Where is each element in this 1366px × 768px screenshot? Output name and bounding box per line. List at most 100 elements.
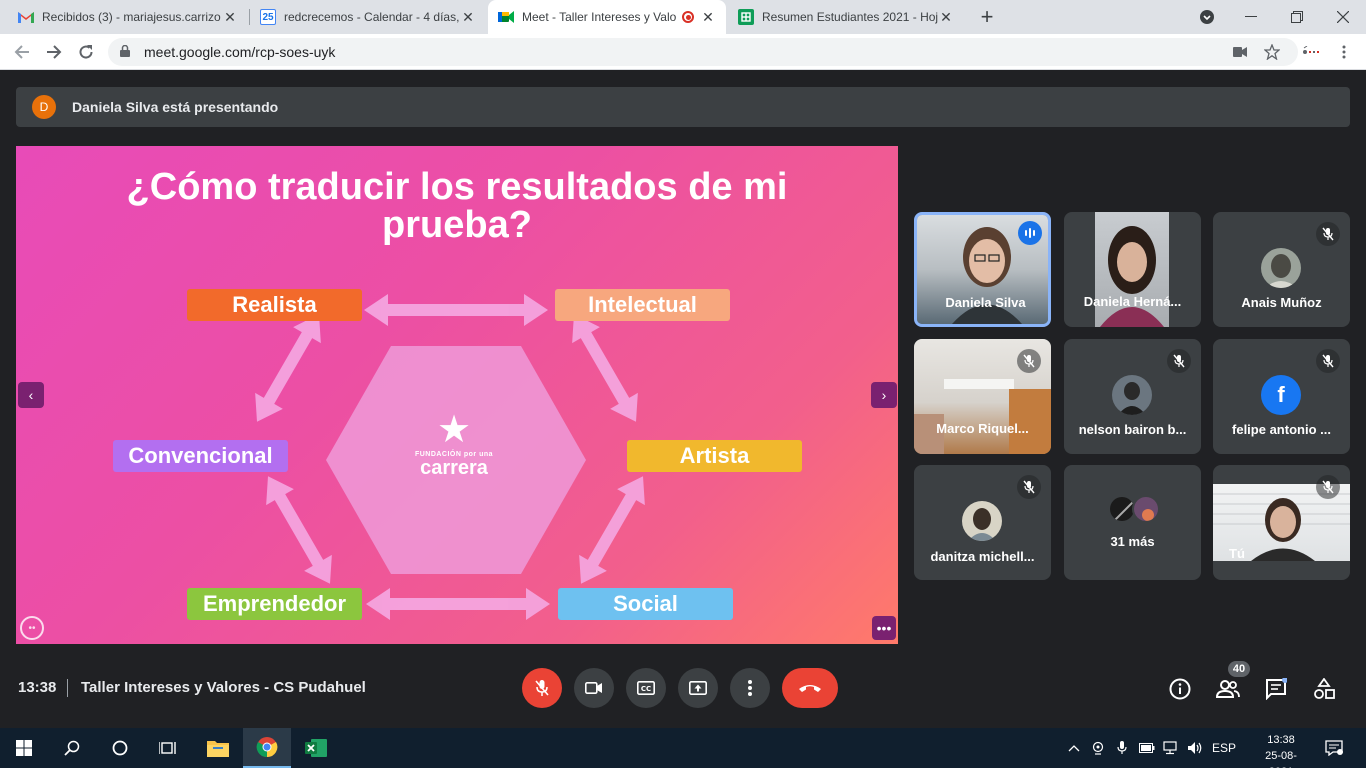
more-options-button[interactable] <box>730 668 770 708</box>
task-view-icon[interactable] <box>144 728 192 768</box>
label-intelectual: Intelectual <box>555 289 730 321</box>
close-window-icon[interactable] <box>1328 0 1358 34</box>
present-now-button[interactable] <box>678 668 718 708</box>
back-icon[interactable] <box>8 38 36 66</box>
bookmark-star-icon[interactable] <box>1258 38 1286 66</box>
taskbar-clock[interactable]: 13:38 25-08-2021 <box>1256 732 1306 768</box>
captions-button[interactable]: CC <box>626 668 666 708</box>
more-participants-tile[interactable]: 31 más <box>1064 465 1201 580</box>
chat-button[interactable] <box>1262 675 1290 703</box>
arrow-bottom <box>366 588 550 620</box>
mic-off-icon <box>1167 349 1191 373</box>
browser-menu-icon[interactable] <box>1330 38 1358 66</box>
fundacion-logo: ★ FUNDACIÓN por una carrera <box>389 411 519 501</box>
tab-search-icon[interactable] <box>1192 0 1222 34</box>
extension-icon[interactable] <box>1298 38 1326 66</box>
mic-off-icon <box>1316 349 1340 373</box>
participants-button[interactable] <box>1214 675 1242 703</box>
participant-name: Daniela Silva <box>945 295 1026 310</box>
mic-off-icon <box>1017 475 1041 499</box>
activities-icon <box>1314 678 1335 699</box>
more-participants-label: 31 más <box>1110 534 1155 549</box>
tab-meet[interactable]: Meet - Taller Intereses y Valo ✕ <box>488 0 726 34</box>
volume-icon[interactable] <box>1186 740 1204 756</box>
participant-tile-self[interactable]: Tú <box>1213 465 1350 580</box>
presentation-slide[interactable]: ¿Cómo traducir los resultados de mi prue… <box>16 146 898 644</box>
forward-icon[interactable] <box>40 38 68 66</box>
tab-calendar[interactable]: 25 redcrecemos - Calendar - 4 días, ✕ <box>250 0 486 34</box>
slide-options-icon[interactable]: •• <box>20 616 44 640</box>
leave-call-button[interactable] <box>782 668 838 708</box>
participant-tile-nelson[interactable]: nelson bairon b... <box>1064 339 1201 454</box>
show-hidden-icons-icon[interactable] <box>1066 740 1082 756</box>
participant-name: Tú <box>1229 546 1245 561</box>
new-tab-button[interactable]: + <box>972 0 1002 34</box>
cortana-icon[interactable] <box>96 728 144 768</box>
camera-toggle-button[interactable] <box>574 668 614 708</box>
participant-tile-daniela-hernandez[interactable]: Daniela Herná... <box>1064 212 1201 327</box>
divider <box>67 679 68 697</box>
camera-in-use-icon[interactable] <box>1226 38 1254 66</box>
participant-name: Daniela Herná... <box>1083 294 1182 309</box>
svg-text:CC: CC <box>641 685 651 693</box>
close-tab-icon[interactable]: ✕ <box>938 9 954 26</box>
windows-taskbar: ESP 13:38 25-08-2021 <box>0 728 1366 768</box>
webcam-tray-icon[interactable] <box>1090 740 1106 756</box>
chrome-taskbar-icon[interactable] <box>243 728 291 768</box>
file-explorer-icon[interactable] <box>194 728 242 768</box>
previous-slide-button[interactable]: ‹ <box>18 382 44 408</box>
presenting-text: Daniela Silva está presentando <box>72 99 279 115</box>
star-icon: ★ <box>436 409 472 451</box>
more-vert-icon <box>748 680 752 696</box>
arrow-top-right <box>572 314 638 422</box>
participant-avatar: f <box>1261 375 1301 415</box>
camera-icon <box>585 682 602 694</box>
browser-tab-strip: Recibidos (3) - mariajesus.carrizo ✕ 25 … <box>0 0 1366 34</box>
microphone-toggle-button[interactable] <box>522 668 562 708</box>
presentation-more-button[interactable]: ••• <box>872 616 896 640</box>
microphone-tray-icon[interactable] <box>1114 740 1130 756</box>
participant-tile-anais-munoz[interactable]: Anais Muñoz <box>1213 212 1350 327</box>
search-icon[interactable] <box>48 728 96 768</box>
presenting-banner: D Daniela Silva está presentando <box>16 87 1350 127</box>
presenter-avatar: D <box>32 95 56 119</box>
battery-icon[interactable] <box>1138 740 1156 756</box>
tab-sheets[interactable]: Resumen Estudiantes 2021 - Hoja ✕ <box>728 0 964 34</box>
close-tab-icon[interactable]: ✕ <box>700 9 716 26</box>
activities-button[interactable] <box>1310 675 1338 703</box>
input-language[interactable]: ESP <box>1210 740 1238 756</box>
network-icon[interactable] <box>1162 740 1180 756</box>
sheets-icon <box>738 9 754 25</box>
tab-title: Meet - Taller Intereses y Valo <box>522 10 677 24</box>
participant-name: danitza michell... <box>930 549 1035 564</box>
participant-avatar <box>1112 375 1152 415</box>
closed-captions-icon: CC <box>637 681 655 695</box>
participant-tile-daniela-silva[interactable]: Daniela Silva <box>914 212 1051 327</box>
speaking-indicator-icon <box>1018 221 1042 245</box>
participant-tile-marco[interactable]: Marco Riquel... <box>914 339 1051 454</box>
hang-up-icon <box>799 685 821 692</box>
participant-count-badge: 40 <box>1228 661 1250 677</box>
minimize-window-icon[interactable] <box>1236 0 1266 34</box>
participant-name: Marco Riquel... <box>936 421 1029 436</box>
arrow-bottom-left <box>266 476 332 584</box>
tab-title: Recibidos (3) - mariajesus.carrizo <box>42 10 221 24</box>
chat-icon <box>1266 678 1287 700</box>
participant-avatar <box>1261 248 1301 288</box>
next-slide-button[interactable]: › <box>871 382 897 408</box>
close-tab-icon[interactable]: ✕ <box>222 9 238 26</box>
calendar-icon: 25 <box>260 9 276 25</box>
notifications-icon[interactable] <box>1324 740 1344 756</box>
excel-taskbar-icon[interactable] <box>292 728 340 768</box>
participant-name: felipe antonio ... <box>1232 422 1331 437</box>
close-tab-icon[interactable]: ✕ <box>460 9 476 26</box>
reload-icon[interactable] <box>72 38 100 66</box>
windows-start-icon[interactable] <box>0 728 48 768</box>
restore-window-icon[interactable] <box>1282 0 1312 34</box>
tab-gmail[interactable]: Recibidos (3) - mariajesus.carrizo ✕ <box>8 0 248 34</box>
meeting-details-button[interactable] <box>1166 675 1194 703</box>
participant-tile-felipe[interactable]: f felipe antonio ... <box>1213 339 1350 454</box>
participant-tile-danitza[interactable]: danitza michell... <box>914 465 1051 580</box>
label-convencional: Convencional <box>113 440 288 472</box>
address-bar[interactable]: meet.google.com/rcp-soes-uyk <box>108 38 1298 66</box>
